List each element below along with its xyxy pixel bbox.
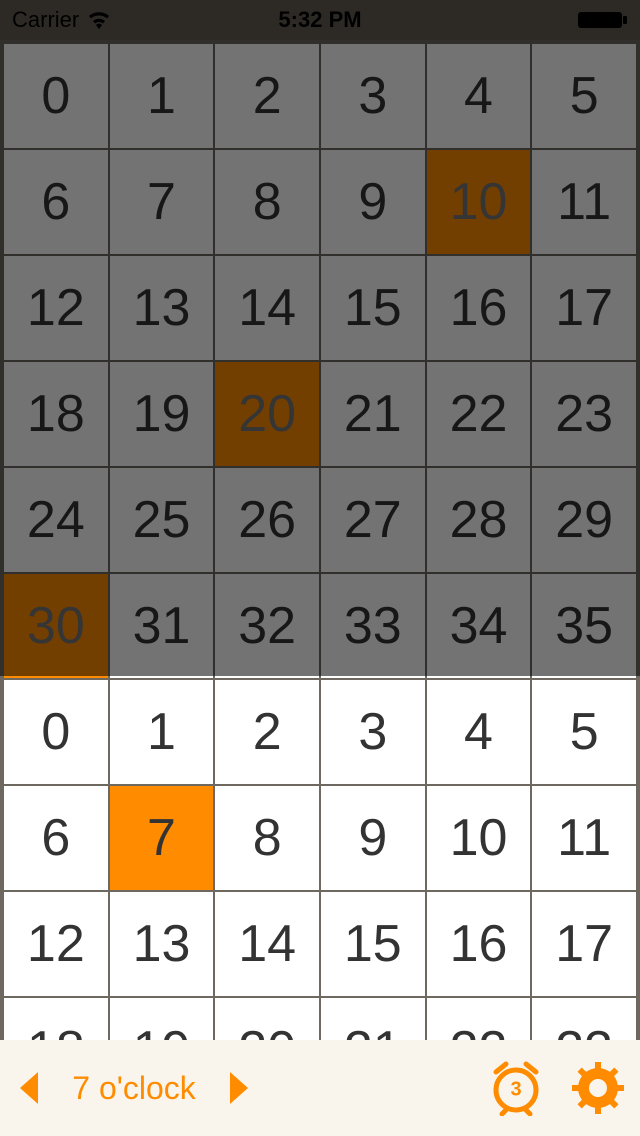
minute-cell-12[interactable]: 12 xyxy=(4,256,108,360)
hour-cell-15[interactable]: 15 xyxy=(321,892,425,996)
minute-cell-1[interactable]: 1 xyxy=(110,44,214,148)
minute-cell-13[interactable]: 13 xyxy=(110,256,214,360)
minute-cell-26[interactable]: 26 xyxy=(215,468,319,572)
battery-icon xyxy=(578,10,628,30)
hour-cell-4[interactable]: 4 xyxy=(427,680,531,784)
minute-cell-33[interactable]: 33 xyxy=(321,574,425,678)
main-content: 0123456789101112131415161718192021222324… xyxy=(0,40,640,1040)
alarm-count-badge: 3 xyxy=(510,1078,521,1101)
prev-button[interactable] xyxy=(16,1070,40,1106)
minute-cell-27[interactable]: 27 xyxy=(321,468,425,572)
minute-cell-34[interactable]: 34 xyxy=(427,574,531,678)
hour-cell-17[interactable]: 17 xyxy=(532,892,636,996)
minute-cell-31[interactable]: 31 xyxy=(110,574,214,678)
minute-cell-19[interactable]: 19 xyxy=(110,362,214,466)
minute-cell-14[interactable]: 14 xyxy=(215,256,319,360)
minute-cell-3[interactable]: 3 xyxy=(321,44,425,148)
minute-cell-18[interactable]: 18 xyxy=(4,362,108,466)
minute-cell-32[interactable]: 32 xyxy=(215,574,319,678)
minutes-grid: 0123456789101112131415161718192021222324… xyxy=(4,44,636,678)
next-button[interactable] xyxy=(228,1070,252,1106)
hour-cell-12[interactable]: 12 xyxy=(4,892,108,996)
hour-cell-10[interactable]: 10 xyxy=(427,786,531,890)
hour-cell-0[interactable]: 0 xyxy=(4,680,108,784)
minute-cell-35[interactable]: 35 xyxy=(532,574,636,678)
minute-cell-11[interactable]: 11 xyxy=(532,150,636,254)
minute-cell-7[interactable]: 7 xyxy=(110,150,214,254)
minute-cell-28[interactable]: 28 xyxy=(427,468,531,572)
minute-cell-15[interactable]: 15 xyxy=(321,256,425,360)
status-bar: Carrier 5:32 PM xyxy=(0,0,640,40)
hour-cell-5[interactable]: 5 xyxy=(532,680,636,784)
minute-cell-24[interactable]: 24 xyxy=(4,468,108,572)
hour-cell-14[interactable]: 14 xyxy=(215,892,319,996)
hour-cell-6[interactable]: 6 xyxy=(4,786,108,890)
hour-cell-13[interactable]: 13 xyxy=(110,892,214,996)
hour-cell-11[interactable]: 11 xyxy=(532,786,636,890)
minute-cell-4[interactable]: 4 xyxy=(427,44,531,148)
minute-cell-16[interactable]: 16 xyxy=(427,256,531,360)
hour-cell-9[interactable]: 9 xyxy=(321,786,425,890)
minute-cell-29[interactable]: 29 xyxy=(532,468,636,572)
minute-cell-9[interactable]: 9 xyxy=(321,150,425,254)
settings-icon[interactable] xyxy=(572,1062,624,1114)
toolbar: 7 o'clock 3 xyxy=(0,1040,640,1136)
minute-cell-0[interactable]: 0 xyxy=(4,44,108,148)
time-label: 7 o'clock xyxy=(64,1070,204,1107)
hour-cell-8[interactable]: 8 xyxy=(215,786,319,890)
hour-cell-1[interactable]: 1 xyxy=(110,680,214,784)
minute-cell-23[interactable]: 23 xyxy=(532,362,636,466)
hour-cell-16[interactable]: 16 xyxy=(427,892,531,996)
minute-cell-5[interactable]: 5 xyxy=(532,44,636,148)
wifi-icon xyxy=(87,11,111,29)
status-time: 5:32 PM xyxy=(278,7,361,33)
hour-cell-3[interactable]: 3 xyxy=(321,680,425,784)
minute-cell-21[interactable]: 21 xyxy=(321,362,425,466)
minute-cell-6[interactable]: 6 xyxy=(4,150,108,254)
minute-cell-22[interactable]: 22 xyxy=(427,362,531,466)
minute-cell-2[interactable]: 2 xyxy=(215,44,319,148)
hour-cell-2[interactable]: 2 xyxy=(215,680,319,784)
minute-cell-10[interactable]: 10 xyxy=(427,150,531,254)
alarm-icon[interactable]: 3 xyxy=(488,1060,544,1116)
minute-cell-20[interactable]: 20 xyxy=(215,362,319,466)
minute-cell-8[interactable]: 8 xyxy=(215,150,319,254)
minute-cell-17[interactable]: 17 xyxy=(532,256,636,360)
hours-grid: 01234567891011121314151617181920212223 xyxy=(4,680,636,1102)
minute-cell-25[interactable]: 25 xyxy=(110,468,214,572)
carrier-label: Carrier xyxy=(12,7,79,33)
minute-cell-30[interactable]: 30 xyxy=(4,574,108,678)
hour-cell-7[interactable]: 7 xyxy=(110,786,214,890)
